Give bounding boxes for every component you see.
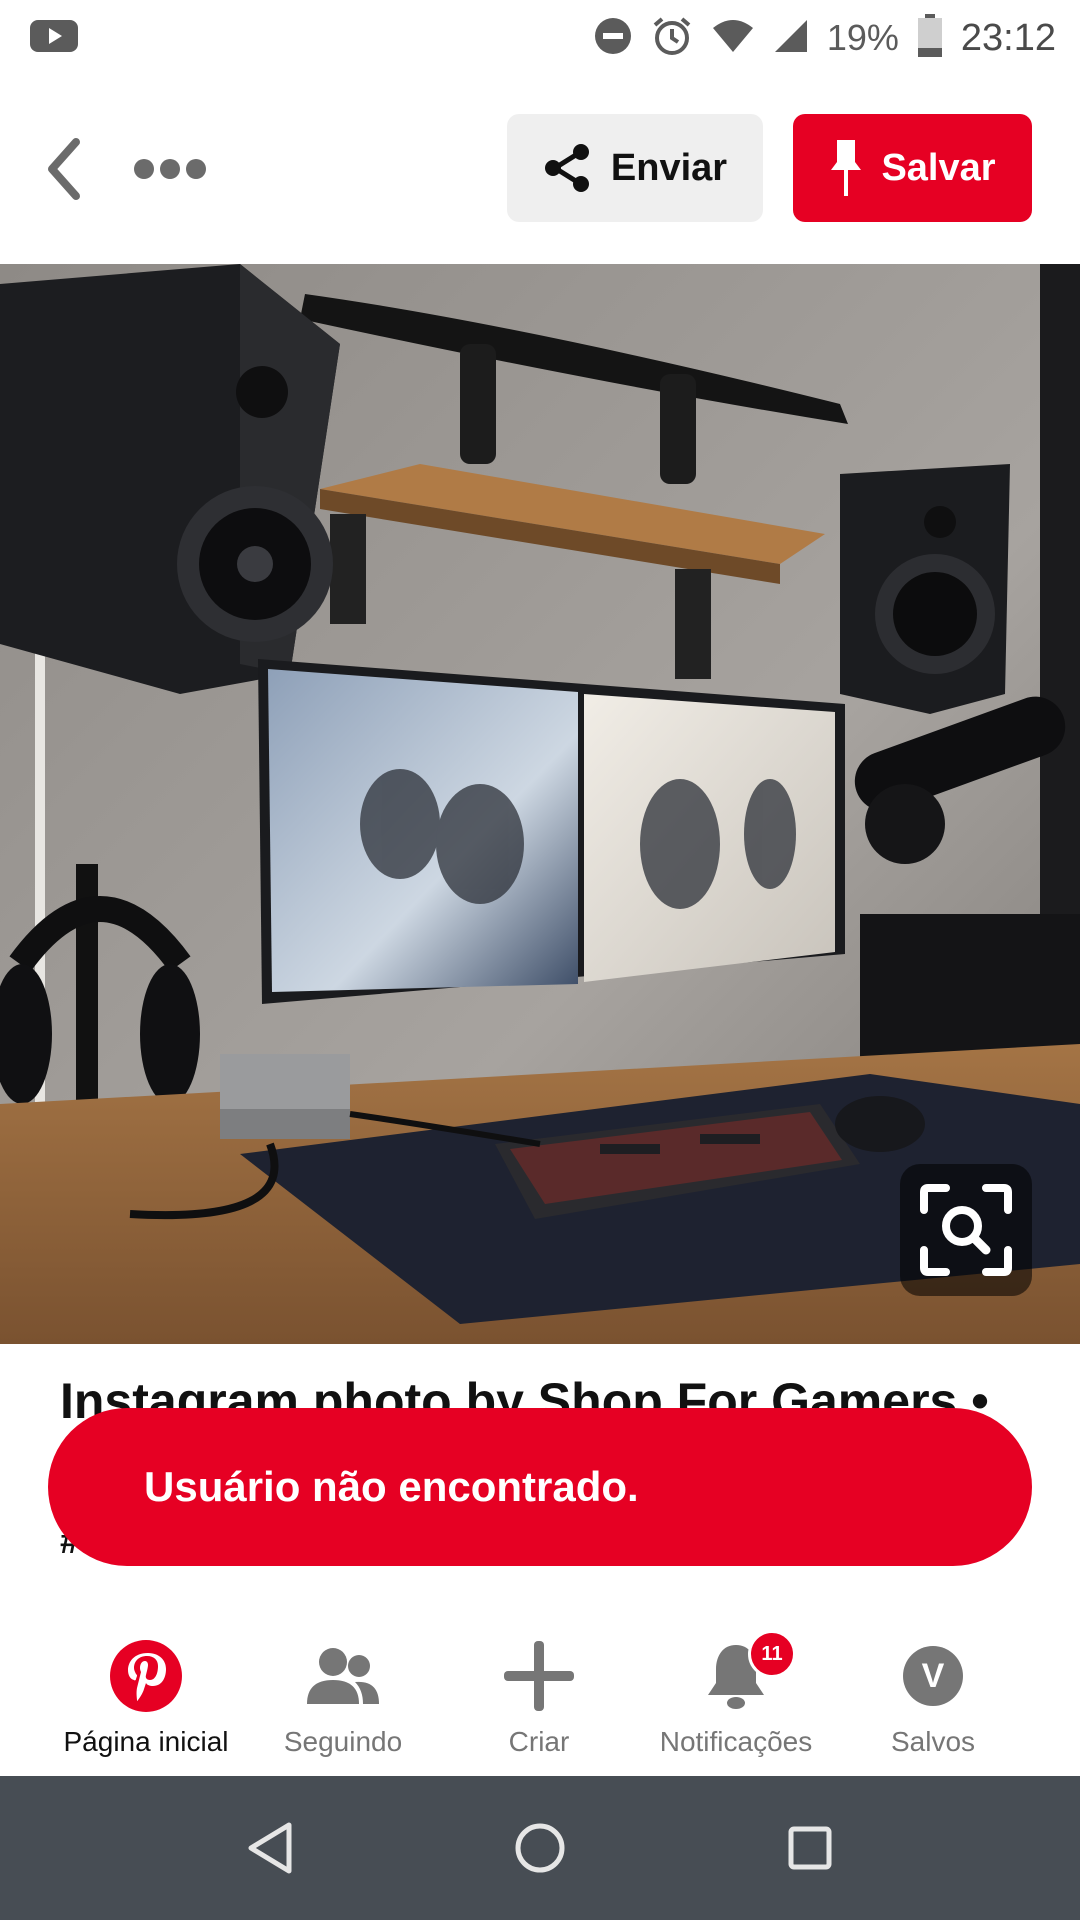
bottom-navigation: Página inicial Seguindo Criar 11 Notific… (0, 1590, 1080, 1776)
back-triangle-icon (248, 1822, 292, 1874)
nav-notifications-label: Notificações (659, 1726, 813, 1757)
notification-badge: 11 (748, 1630, 796, 1678)
pin-header: Enviar Salvar (0, 74, 1080, 264)
pin-icon (831, 140, 862, 196)
nav-create-label: Criar (508, 1726, 570, 1757)
send-button[interactable]: Enviar (507, 114, 763, 222)
system-home-button[interactable] (508, 1816, 572, 1880)
system-back-button[interactable] (238, 1816, 302, 1880)
nav-create[interactable]: Criar (439, 1590, 639, 1776)
plus-icon (504, 1641, 574, 1711)
more-icon (134, 159, 154, 179)
toast-message: Usuário não encontrado. (144, 1463, 639, 1510)
nav-saved[interactable]: V Salvos (833, 1590, 1033, 1776)
nav-saved-label: Salvos (890, 1726, 976, 1757)
battery-percent: 19% (826, 17, 899, 58)
nav-home[interactable]: Página inicial (46, 1590, 246, 1776)
alarm-icon (651, 15, 693, 62)
send-button-label: Enviar (610, 146, 728, 189)
nav-notifications[interactable]: 11 Notificações (636, 1590, 836, 1776)
cell-signal-icon (773, 18, 809, 59)
avatar: V (903, 1646, 963, 1706)
clock: 23:12 (960, 16, 1056, 59)
back-icon (48, 138, 80, 200)
visual-search-icon (920, 1184, 1012, 1276)
do-not-disturb-icon (593, 16, 633, 61)
recents-square-icon (788, 1826, 832, 1870)
error-toast: Usuário não encontrado. (48, 1408, 1032, 1566)
save-button[interactable]: Salvar (793, 114, 1032, 222)
youtube-icon (30, 18, 78, 59)
status-bar: 19% 23:12 (0, 0, 1080, 74)
nav-following[interactable]: Seguindo (243, 1590, 443, 1776)
nav-following-label: Seguindo (283, 1726, 403, 1757)
share-icon (544, 144, 589, 192)
back-button[interactable] (40, 134, 90, 204)
more-options-button[interactable] (134, 152, 214, 186)
home-circle-icon (515, 1823, 565, 1873)
visual-search-button[interactable] (900, 1164, 1032, 1296)
pinterest-logo-icon (110, 1640, 182, 1712)
save-button-label: Salvar (881, 146, 996, 189)
system-navigation-bar (0, 1776, 1080, 1920)
nav-home-label: Página inicial (63, 1726, 229, 1757)
system-recents-button[interactable] (778, 1816, 842, 1880)
people-icon (307, 1648, 379, 1704)
battery-icon (917, 13, 943, 63)
wifi-icon (711, 18, 755, 59)
